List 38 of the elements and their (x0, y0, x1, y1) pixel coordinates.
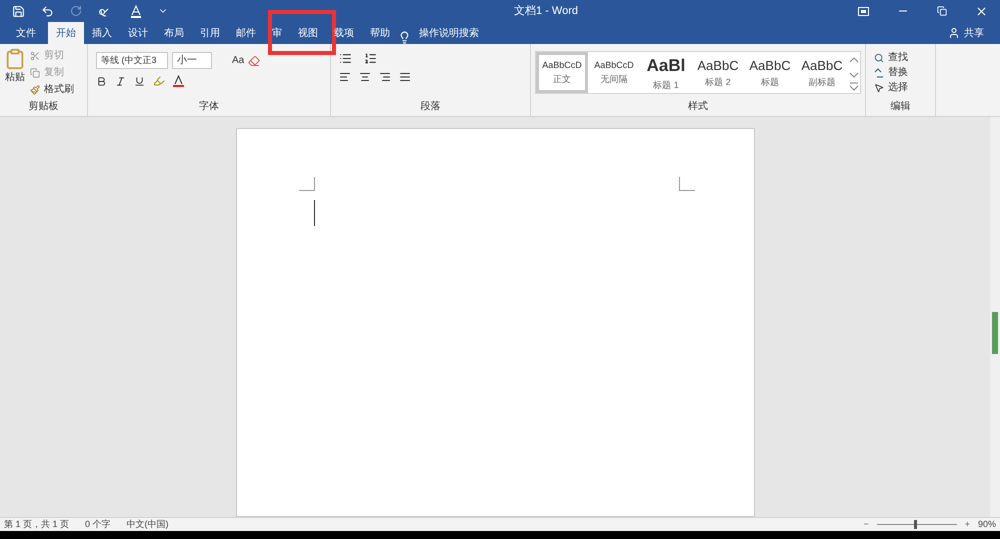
zoom-in-button[interactable]: + (964, 518, 970, 532)
style-option[interactable]: AaBbCcD 正文 (536, 52, 588, 93)
ribbon-tab[interactable]: 文件 (8, 22, 44, 44)
group-label: 编辑 (890, 100, 912, 114)
group-label: 样式 (687, 100, 709, 114)
change-case-button[interactable]: Aa (232, 53, 244, 68)
zoom-level[interactable]: 90% (978, 518, 996, 532)
ribbon-tab[interactable]: 审 (264, 22, 290, 44)
style-option[interactable]: AaBbCcD 无间隔 (588, 52, 640, 93)
paste-button[interactable]: 粘贴 (5, 70, 25, 85)
window-title: 文档1 - Word (514, 4, 578, 19)
ribbon-tab[interactable]: 邮件 (228, 22, 264, 44)
group-label: 段落 (420, 100, 442, 114)
word-count[interactable]: 0 个字 (85, 518, 111, 532)
tell-me-field[interactable]: 操作说明搜索 (411, 22, 479, 44)
language-status[interactable]: 中文(中国) (126, 518, 169, 532)
ribbon-tab[interactable]: 布局 (156, 22, 192, 44)
font-name-dropdown[interactable]: 等线 (中文正3 (96, 52, 168, 69)
group-label: 字体 (198, 100, 220, 114)
zoom-out-button[interactable]: − (863, 518, 869, 532)
format-painter-button[interactable]: 格式刷 (44, 82, 74, 97)
style-option[interactable]: AaBbC 副标题 (796, 52, 848, 93)
font-size-dropdown[interactable]: 小一 (172, 52, 212, 69)
share-button[interactable]: 共享 (964, 26, 984, 40)
ribbon-tab[interactable]: 帮助 (362, 22, 398, 44)
style-option[interactable]: AaBl 标题 1 (640, 52, 692, 93)
ribbon-tab[interactable]: 引用 (192, 22, 228, 44)
replace-button[interactable]: 替换 (888, 65, 908, 80)
style-option[interactable]: AaBbC 标题 2 (692, 52, 744, 93)
find-button[interactable]: 查找 (888, 50, 908, 65)
ribbon-tab[interactable]: 视图 (290, 22, 326, 44)
ribbon-tab[interactable]: 开始 (48, 22, 84, 44)
page-count[interactable]: 第 1 页，共 1 页 (4, 518, 70, 532)
group-label: 剪贴板 (28, 100, 60, 114)
style-option[interactable]: AaBbC 标题 (744, 52, 796, 93)
ribbon-tab[interactable]: 设计 (120, 22, 156, 44)
select-button[interactable]: 选择 (888, 80, 908, 95)
ribbon-tab[interactable]: 插入 (84, 22, 120, 44)
